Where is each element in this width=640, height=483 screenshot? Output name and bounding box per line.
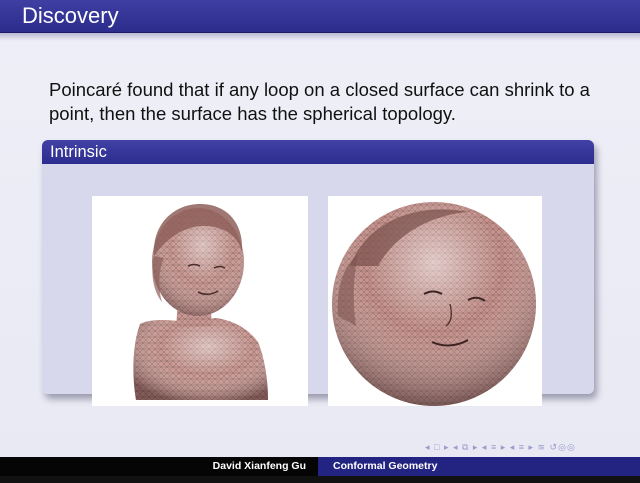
bust-mesh-image <box>92 196 308 406</box>
sphere-mesh-image <box>328 196 542 406</box>
footer-course: Conformal Geometry <box>318 457 640 476</box>
bust-mesh-graphic <box>133 204 268 400</box>
course-name: Conformal Geometry <box>333 460 438 472</box>
slide: Discovery Poincaré found that if any loo… <box>0 0 640 457</box>
block-header: Intrinsic <box>42 140 594 164</box>
body-text: Poincaré found that if any loop on a clo… <box>49 79 590 124</box>
slide-title: Discovery <box>22 3 119 28</box>
author-name: David Xianfeng Gu <box>212 460 306 472</box>
intrinsic-block: Intrinsic <box>42 140 594 406</box>
navigation-symbols[interactable]: ◂ □ ▸ ◂ ⧉ ▸ ◂ ≡ ▸ ◂ ≡ ▸ ≊ ↺◎◎ <box>425 442 576 452</box>
title-shadow <box>0 33 640 41</box>
footer-author: David Xianfeng Gu <box>0 457 318 476</box>
beamer-navigation[interactable]: ◂ □ ▸ ◂ ⧉ ▸ ◂ ≡ ▸ ◂ ≡ ▸ ≊ ↺◎◎ <box>425 441 635 453</box>
sphere-mesh-graphic <box>332 202 536 406</box>
block-title: Intrinsic <box>50 143 107 161</box>
title-bar: Discovery <box>0 0 640 33</box>
block-body <box>42 164 594 406</box>
